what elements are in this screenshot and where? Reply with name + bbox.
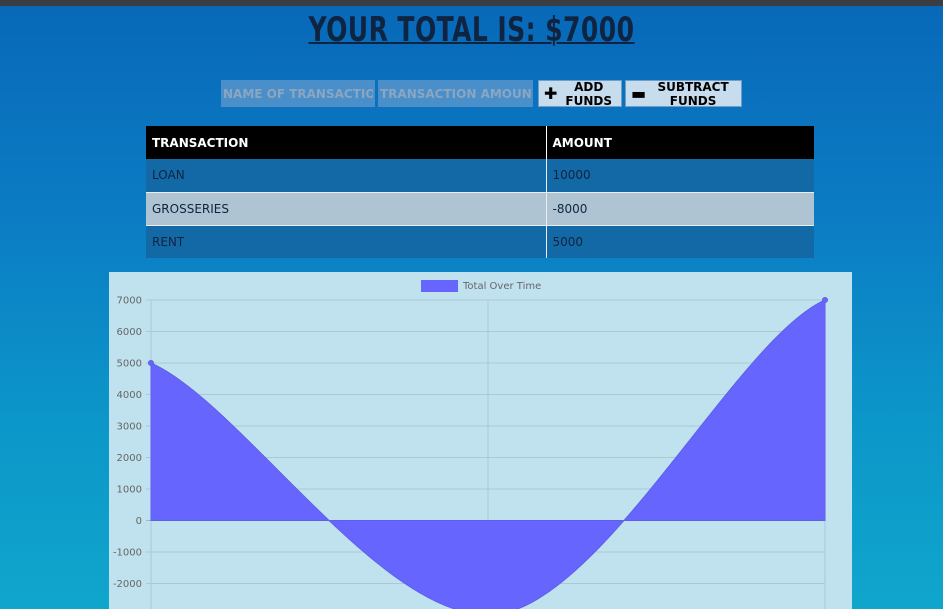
legend-label: Total Over Time [462,281,541,292]
transaction-name-cell: Rent [146,225,547,258]
transaction-form: ✚ Add Funds ▬ Subtract Funds [221,79,742,108]
table-row: Rent 5000 [146,225,814,258]
transaction-amount-cell: 5000 [546,225,814,258]
add-funds-button[interactable]: ✚ Add Funds [538,79,622,108]
y-tick-label: 0 [136,516,142,527]
y-tick-label: -2000 [113,579,142,590]
data-point [148,360,154,366]
transaction-name-cell: Loan [146,159,547,192]
chart-svg: 70006000500040003000200010000-1000-2000 … [113,280,828,609]
table-header-row: Transaction Amount [146,126,814,159]
column-header-transaction: Transaction [146,126,547,159]
transaction-amount-cell: -8000 [546,191,814,226]
y-tick-label: 2000 [117,453,142,464]
y-tick-label: 3000 [117,422,142,433]
minus-icon: ▬ [631,83,647,103]
subtract-funds-label: Subtract Funds [657,79,729,108]
transaction-amount-input[interactable] [378,80,533,107]
transaction-name-cell: Grosseries [146,191,547,226]
window-top-bar [0,0,943,6]
plus-icon: ✚ [544,83,558,103]
y-tick-label: 4000 [117,390,142,401]
add-funds-label: Add Funds [565,79,612,108]
table-row: Loan 10000 [146,159,814,192]
y-tick-label: 6000 [117,327,142,338]
y-tick-label: 7000 [117,296,142,307]
total-over-time-chart: 7000 6000 5000 4000 3000 2000 1000 0 -1000 -2000 … [109,272,852,609]
y-tick-label: 1000 [117,485,142,496]
transactions-table: Transaction Amount Loan 10000 Grosseries… [146,126,814,258]
table-row: Grosseries -8000 [146,191,814,226]
y-tick-label: -1000 [113,548,142,559]
column-header-amount: Amount [546,126,814,159]
subtract-funds-button[interactable]: ▬ Subtract Funds [625,79,742,108]
transaction-name-input[interactable] [221,80,375,107]
legend-swatch [421,280,458,292]
page-title: Your Total is: $7000 [308,10,635,50]
data-point [822,297,828,303]
transaction-amount-cell: 10000 [546,159,814,192]
y-tick-label: 5000 [117,359,142,370]
